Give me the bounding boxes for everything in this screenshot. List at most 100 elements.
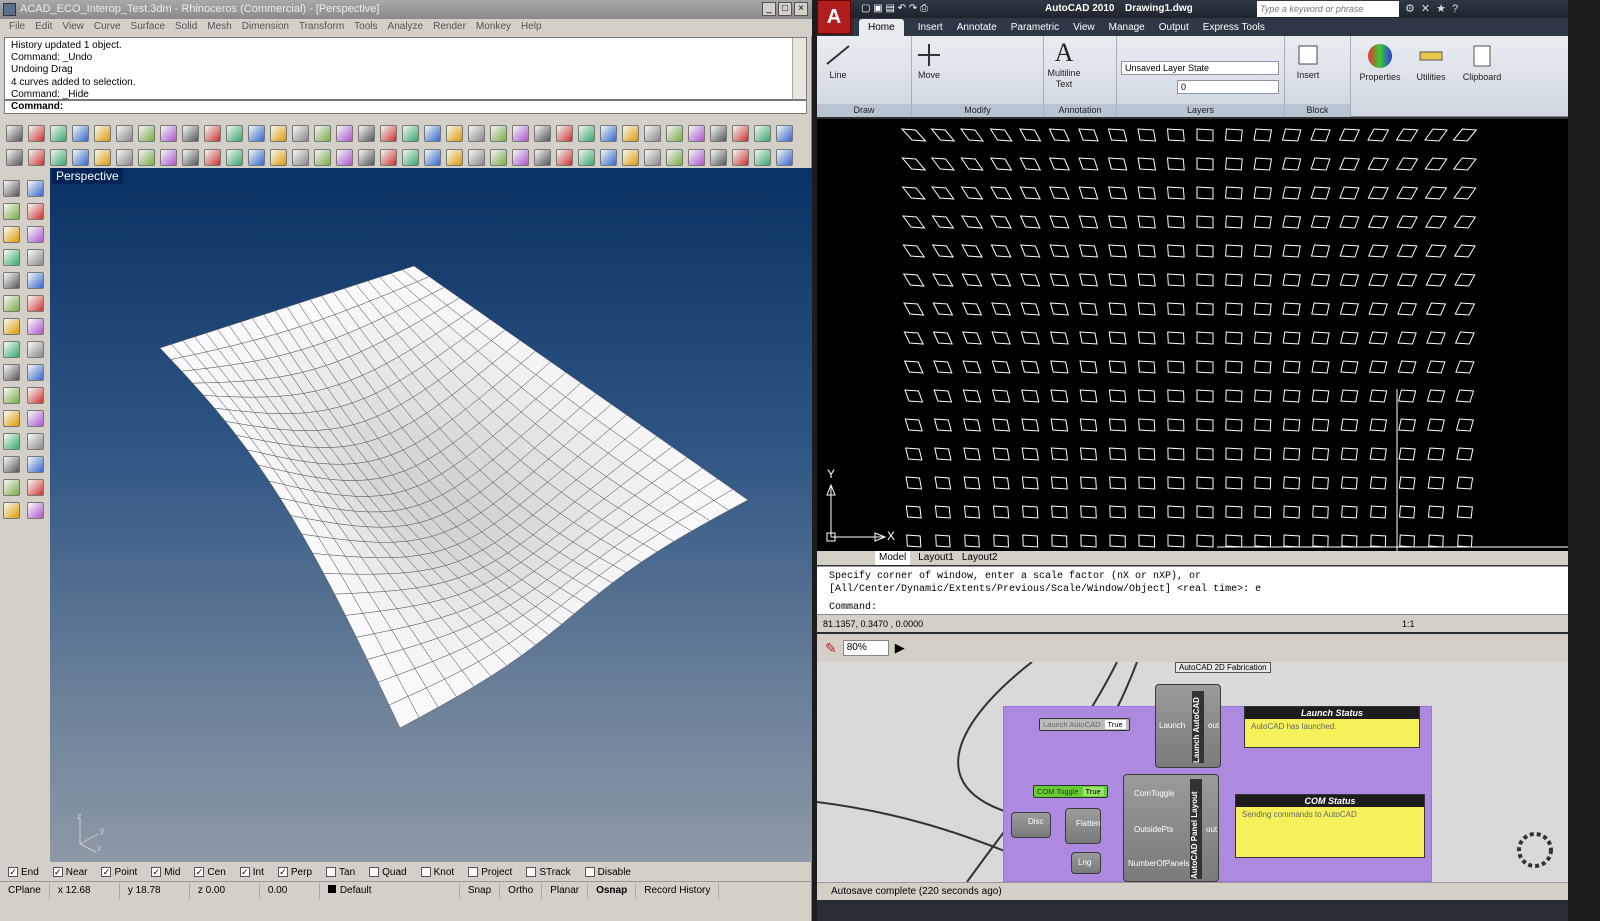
launch-toggle-value[interactable]: True [1104, 720, 1126, 729]
autocad-drawing-area[interactable]: Y X [817, 119, 1568, 551]
toolbar-tool-icon[interactable] [644, 148, 661, 166]
toolbar-tool-icon[interactable] [336, 148, 353, 166]
tab-view[interactable]: View [1073, 22, 1095, 33]
toolbar-tool-icon[interactable] [182, 124, 199, 142]
autocad-command-window[interactable]: Specify corner of window, enter a scale … [817, 566, 1568, 614]
info-center-icons[interactable]: ⚙✕★? [1405, 2, 1464, 15]
utilities-button[interactable]: Utilities [1409, 42, 1453, 82]
osnap-cen[interactable]: ✓ Cen [194, 867, 226, 878]
toolbar-tool-icon[interactable] [94, 148, 111, 166]
toolbar-tool-icon[interactable] [490, 148, 507, 166]
toolbar-tool-icon[interactable] [116, 124, 133, 142]
osnap-near[interactable]: ✓ Near [52, 867, 87, 878]
side-tool-icon[interactable] [27, 318, 44, 335]
toolbar-tool-icon[interactable] [776, 148, 793, 166]
toolbar-tool-icon[interactable] [710, 148, 727, 166]
tab-home[interactable]: Home [859, 18, 904, 36]
tab-annotate[interactable]: Annotate [957, 22, 997, 33]
toolbar-tool-icon[interactable] [622, 148, 639, 166]
side-tool-icon[interactable] [27, 341, 44, 358]
toolbar-tool-icon[interactable] [578, 148, 595, 166]
toolbar-tool-icon[interactable] [182, 148, 199, 166]
toolbar-tool-icon[interactable] [160, 148, 177, 166]
menu-render[interactable]: Render [428, 19, 471, 36]
toolbar-tool-icon[interactable] [600, 124, 617, 142]
search-input[interactable]: Type a keyword or phrase [1257, 1, 1399, 17]
toolbar-tool-icon[interactable] [666, 124, 683, 142]
toolbar-tool-icon[interactable] [644, 124, 661, 142]
toolbar-tool-icon[interactable] [600, 148, 617, 166]
toolbar-tool-icon[interactable] [534, 124, 551, 142]
layer-state-dropdown[interactable]: Unsaved Layer State [1121, 61, 1279, 75]
osnap-checkbox[interactable]: ✓ [194, 867, 205, 877]
toolbar-tool-icon[interactable] [94, 124, 111, 142]
osnap-quad[interactable]: Quad [369, 867, 407, 878]
toolbar-tool-icon[interactable] [688, 124, 705, 142]
perspective-viewport[interactable]: z y x [50, 168, 812, 862]
history-scrollbar[interactable] [792, 38, 806, 99]
side-tool-icon[interactable] [3, 410, 20, 427]
tab-parametric[interactable]: Parametric [1011, 22, 1059, 33]
cplane-label[interactable]: CPlane [0, 882, 50, 899]
menu-dimension[interactable]: Dimension [237, 19, 294, 36]
flatten-component[interactable]: Flatten [1065, 808, 1101, 844]
side-tool-icon[interactable] [3, 226, 20, 243]
tab-manage[interactable]: Manage [1109, 22, 1145, 33]
panel-draw-title[interactable]: Draw [817, 104, 911, 117]
menu-mesh[interactable]: Mesh [202, 19, 236, 36]
osnap-strack[interactable]: STrack [526, 867, 571, 878]
side-tool-icon[interactable] [3, 341, 20, 358]
osnap-project[interactable]: Project [468, 867, 512, 878]
menu-transform[interactable]: Transform [294, 19, 349, 36]
toolbar-tool-icon[interactable] [380, 124, 397, 142]
panel-annotation-title[interactable]: Annotation [1044, 104, 1116, 117]
side-tool-icon[interactable] [27, 433, 44, 450]
side-tool-icon[interactable] [3, 502, 20, 519]
side-tool-icon[interactable] [27, 456, 44, 473]
move-button[interactable]: Move [914, 42, 944, 80]
toolbar-tool-icon[interactable] [446, 124, 463, 142]
maximize-button[interactable]: □ [778, 2, 792, 16]
toolbar-tool-icon[interactable] [28, 124, 45, 142]
side-tool-icon[interactable] [27, 479, 44, 496]
menu-solid[interactable]: Solid [170, 19, 202, 36]
menu-view[interactable]: View [57, 19, 89, 36]
tab-model[interactable]: Model [875, 551, 911, 565]
planar-toggle[interactable]: Planar [542, 882, 589, 899]
toolbar-tool-icon[interactable] [402, 148, 419, 166]
osnap-checkbox[interactable] [468, 867, 479, 877]
menu-file[interactable]: File [4, 19, 30, 36]
toolbar-tool-icon[interactable] [754, 148, 771, 166]
toolbar-tool-icon[interactable] [424, 124, 441, 142]
toolbar-tool-icon[interactable] [468, 124, 485, 142]
menu-surface[interactable]: Surface [126, 19, 170, 36]
toolbar-tool-icon[interactable] [226, 148, 243, 166]
toolbar-tool-icon[interactable] [6, 148, 23, 166]
toolbar-tool-icon[interactable] [666, 148, 683, 166]
side-tool-icon[interactable] [3, 387, 20, 404]
side-tool-icon[interactable] [27, 387, 44, 404]
toolbar-tool-icon[interactable] [358, 148, 375, 166]
launch-status-panel[interactable]: Launch Status AutoCAD has launched. [1244, 706, 1420, 748]
layer-indicator[interactable]: Default [320, 882, 460, 899]
toolbar-tool-icon[interactable] [72, 124, 89, 142]
grasshopper-canvas[interactable]: AutoCAD 2D Fabrication Launch AutoCAD Tru… [817, 662, 1568, 882]
side-tool-icon[interactable] [27, 502, 44, 519]
toolbar-tool-icon[interactable] [358, 124, 375, 142]
osnap-checkbox[interactable] [584, 867, 595, 877]
osnap-end[interactable]: ✓ End [8, 867, 39, 878]
record-history-toggle[interactable]: Record History [636, 882, 720, 899]
ortho-toggle[interactable]: Ortho [500, 882, 543, 899]
side-tool-icon[interactable] [3, 433, 20, 450]
side-tool-icon[interactable] [3, 456, 20, 473]
toolbar-tool-icon[interactable] [270, 148, 287, 166]
osnap-checkbox[interactable] [420, 867, 431, 877]
osnap-checkbox[interactable]: ✓ [277, 867, 288, 877]
side-tool-icon[interactable] [27, 180, 44, 197]
toolbar-tool-icon[interactable] [50, 148, 67, 166]
length-component[interactable]: Lng [1071, 852, 1101, 874]
toolbar-tool-icon[interactable] [72, 148, 89, 166]
menu-curve[interactable]: Curve [89, 19, 126, 36]
toolbar-tool-icon[interactable] [512, 148, 529, 166]
autocad-logo-button[interactable]: A [817, 0, 851, 34]
